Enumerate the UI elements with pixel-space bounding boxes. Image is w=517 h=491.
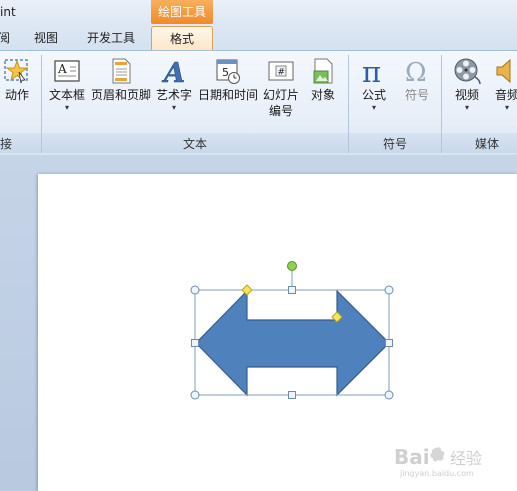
left-right-arrow-shape[interactable] <box>195 289 390 397</box>
resize-handle-bottom-left[interactable] <box>190 390 200 400</box>
paw-logo-icon <box>430 447 445 462</box>
shape-layer <box>190 261 394 400</box>
watermark-cn: 经验 <box>450 449 482 468</box>
watermark-url: jingyan.baidu.com <box>399 469 474 478</box>
resize-handle-bottom-right[interactable] <box>384 390 394 400</box>
baidu-jingyan-watermark: Bai 经验 jingyan.baidu.com <box>392 440 502 480</box>
resize-handle-top[interactable] <box>288 286 296 294</box>
watermark-brand: Bai <box>394 445 430 469</box>
resize-handle-right[interactable] <box>385 339 393 347</box>
rotate-handle[interactable] <box>287 261 297 271</box>
resize-handle-top-right[interactable] <box>384 285 394 295</box>
adjust-handle-arrowhead[interactable] <box>241 284 253 296</box>
resize-handle-top-left[interactable] <box>190 285 200 295</box>
resize-handle-left[interactable] <box>191 339 199 347</box>
resize-handle-bottom[interactable] <box>288 391 296 399</box>
